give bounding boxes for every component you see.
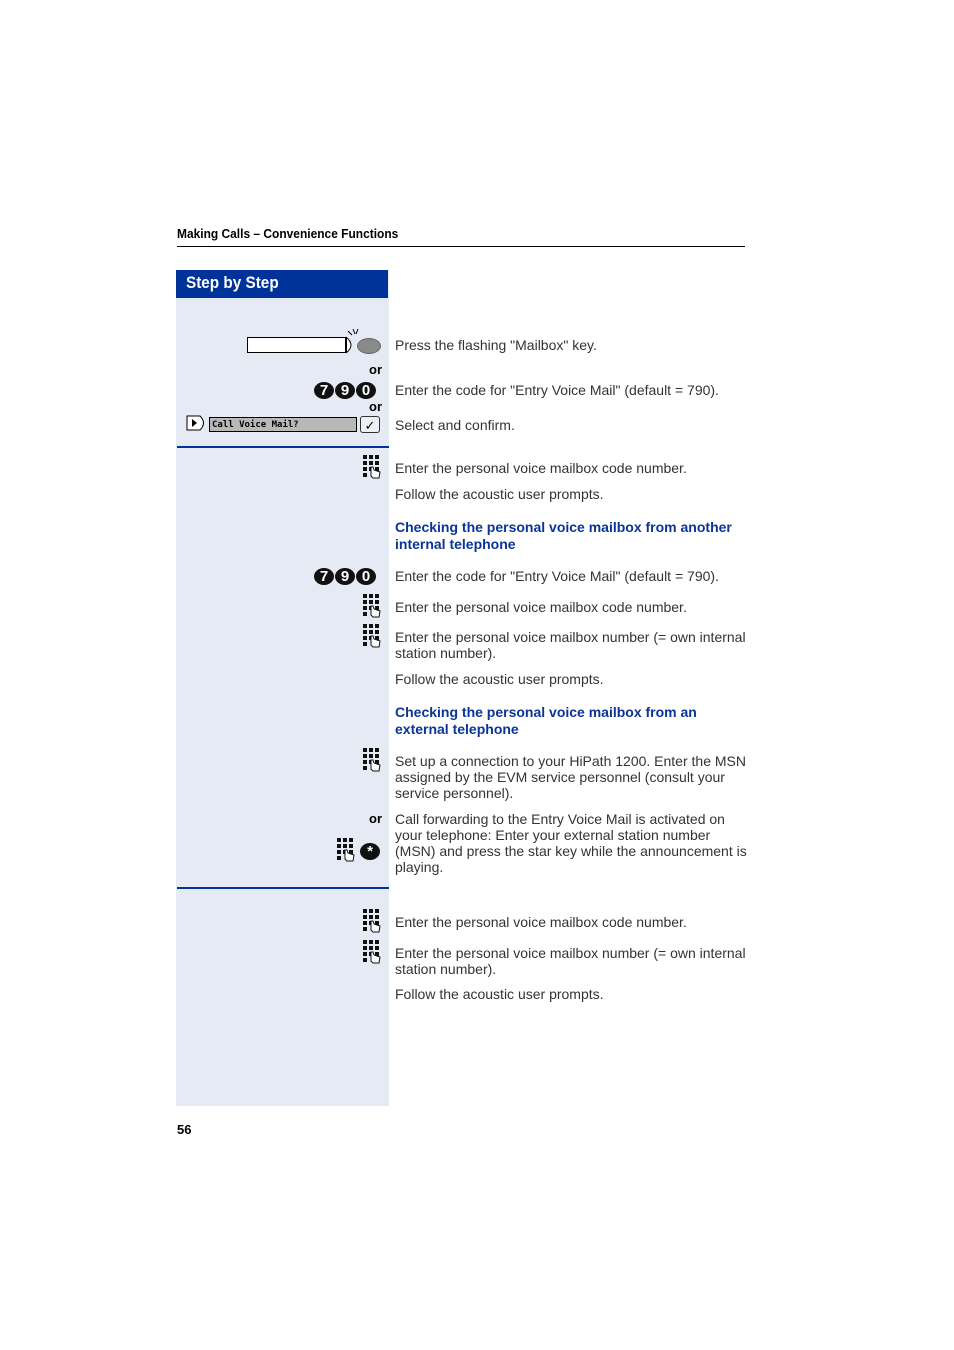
key-7-icon[interactable]: 7 <box>314 382 334 399</box>
key-7-icon[interactable]: 7 <box>314 568 334 585</box>
or-label: or <box>369 811 382 826</box>
mailbox-key-label-field <box>247 337 346 353</box>
step-text: Select and confirm. <box>395 417 515 433</box>
section-divider <box>177 446 389 448</box>
keypad-icon[interactable] <box>363 748 381 772</box>
section-divider <box>177 887 389 889</box>
keypad-icon[interactable] <box>363 594 381 618</box>
header-divider <box>177 246 745 247</box>
keypad-icon[interactable] <box>363 909 381 933</box>
code-keys-790: 7 9 0 <box>314 382 376 399</box>
section-heading: Checking the personal voice mailbox from… <box>395 519 732 552</box>
code-keys-790: 7 9 0 <box>314 568 376 585</box>
step-text: Enter the personal voice mailbox code nu… <box>395 599 687 615</box>
or-label: or <box>369 362 382 377</box>
key-9-icon[interactable]: 9 <box>335 382 355 399</box>
step-text: Enter the code for "Entry Voice Mail" (d… <box>395 568 719 584</box>
step-text: Press the flashing "Mailbox" key. <box>395 337 597 353</box>
key-9-icon[interactable]: 9 <box>335 568 355 585</box>
step-text: Enter the personal voice mailbox number … <box>395 945 746 977</box>
step-text: Call forwarding to the Entry Voice Mail … <box>395 811 747 875</box>
key-0-icon[interactable]: 0 <box>356 382 376 399</box>
keypad-icon[interactable] <box>363 624 381 648</box>
display-menu-item[interactable]: Call Voice Mail? <box>209 417 357 432</box>
sidebar-title: Step by Step <box>186 273 279 292</box>
keypad-icon[interactable] <box>363 455 381 479</box>
scroll-arrow-icon[interactable] <box>186 415 208 431</box>
sidebar-title-bar: Step by Step <box>176 270 388 298</box>
running-header: Making Calls – Convenience Functions <box>177 226 399 241</box>
page-number: 56 <box>177 1122 192 1137</box>
step-text: Enter the personal voice mailbox code nu… <box>395 460 687 476</box>
star-key-icon[interactable]: * <box>360 843 380 860</box>
keypad-icon[interactable] <box>337 838 355 862</box>
confirm-check-icon[interactable]: ✓ <box>360 416 380 433</box>
step-text: Follow the acoustic user prompts. <box>395 486 604 502</box>
or-label: or <box>369 399 382 414</box>
step-text: Follow the acoustic user prompts. <box>395 671 604 687</box>
step-text: Enter the personal voice mailbox code nu… <box>395 914 687 930</box>
flashing-mailbox-led[interactable] <box>357 338 381 354</box>
step-text: Set up a connection to your HiPath 1200.… <box>395 753 746 801</box>
section-heading: Checking the personal voice mailbox from… <box>395 704 697 737</box>
step-text: Enter the personal voice mailbox number … <box>395 629 746 661</box>
keypad-icon[interactable] <box>363 940 381 964</box>
key-0-icon[interactable]: 0 <box>356 568 376 585</box>
step-text: Follow the acoustic user prompts. <box>395 986 604 1002</box>
step-text: Enter the code for "Entry Voice Mail" (d… <box>395 382 719 398</box>
